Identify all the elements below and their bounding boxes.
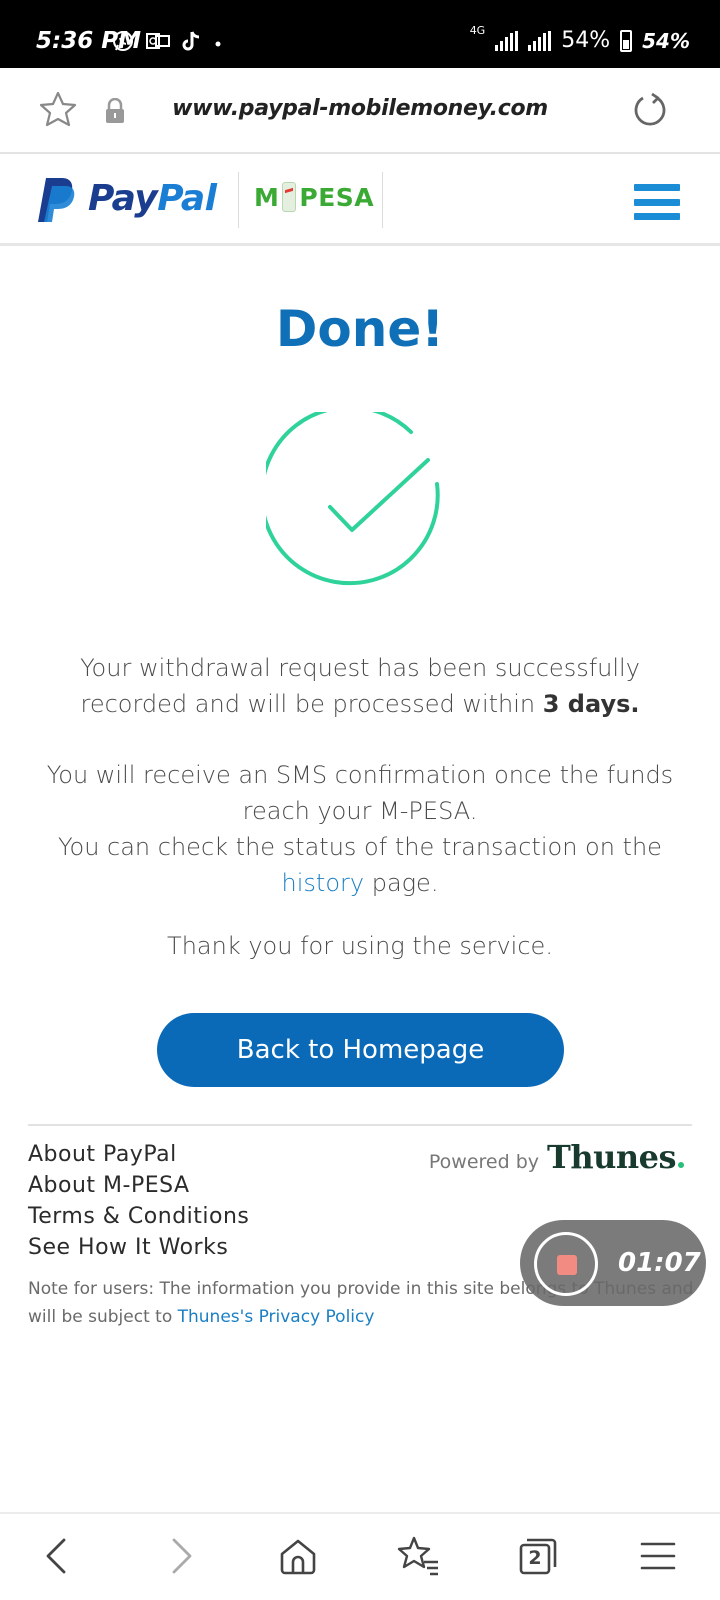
- forward-icon[interactable]: [158, 1534, 202, 1578]
- signal-icon: [495, 30, 519, 51]
- bookmark-star-icon[interactable]: [38, 90, 78, 130]
- powered-by-text: Powered by: [428, 1151, 540, 1173]
- outlook-icon: [146, 33, 170, 49]
- status-bar: 5:36 PM 4G 54% 54%: [0, 0, 720, 68]
- paypal-text-pal: Pal: [157, 178, 217, 219]
- whatsapp-icon: [113, 31, 133, 51]
- footer-link-about-paypal[interactable]: About PayPal: [28, 1142, 249, 1168]
- back-to-homepage-button[interactable]: Back to Homepage: [157, 1013, 564, 1087]
- reload-icon[interactable]: [630, 90, 670, 130]
- header-divider: [238, 172, 239, 228]
- browser-bottom-nav: 2: [0, 1512, 720, 1600]
- site-header: PayPal M PESA: [0, 154, 720, 246]
- thank-you-message: Thank you for using the service.: [167, 932, 553, 960]
- battery-percent-right: 54%: [642, 28, 690, 53]
- success-check-icon: [266, 412, 440, 586]
- bookmarks-icon[interactable]: [396, 1534, 440, 1578]
- battery-icon: [620, 29, 633, 52]
- history-link[interactable]: history: [282, 869, 365, 897]
- address-bar: www.paypal-mobilemoney.com: [0, 68, 720, 154]
- footer-links: About PayPal About M-PESA Terms & Condit…: [28, 1142, 249, 1261]
- header-divider: [382, 172, 383, 228]
- mpesa-text-pesa: PESA: [299, 182, 375, 212]
- footer-link-terms[interactable]: Terms & Conditions: [28, 1204, 249, 1230]
- recording-timer: 01:07: [618, 1248, 701, 1278]
- menu-icon[interactable]: [636, 1534, 680, 1578]
- tab-count: 2: [528, 1547, 542, 1569]
- lock-icon[interactable]: [104, 98, 126, 124]
- processing-days: 3 days.: [542, 690, 640, 718]
- hamburger-menu-icon[interactable]: [634, 184, 680, 220]
- battery-percent: 54%: [561, 28, 611, 53]
- signal-icon-2: [528, 30, 552, 51]
- network-type: 4G: [469, 24, 486, 37]
- paypal-wordmark[interactable]: PayPal: [88, 178, 217, 219]
- stop-recording-button[interactable]: [534, 1232, 598, 1296]
- paypal-logo-icon[interactable]: [36, 176, 78, 224]
- privacy-policy-link[interactable]: Thunes's Privacy Policy: [178, 1307, 375, 1327]
- status-message-end: page.: [364, 869, 439, 897]
- stop-icon: [557, 1255, 577, 1275]
- paypal-text-pay: Pay: [88, 178, 158, 219]
- url-text[interactable]: www.paypal-mobilemoney.com: [150, 96, 570, 121]
- footer-link-about-mpesa[interactable]: About M-PESA: [28, 1173, 249, 1199]
- sms-message-text: You will receive an SMS confirmation onc…: [46, 761, 674, 825]
- page-title: Done!: [275, 300, 445, 358]
- mpesa-phone-icon: [282, 182, 297, 212]
- footer-divider: [28, 1124, 692, 1126]
- mpesa-text-m: M: [254, 182, 280, 212]
- screen-recorder-overlay[interactable]: 01:07: [520, 1220, 706, 1306]
- powered-by: Powered by Thunes: [429, 1138, 684, 1176]
- footer-link-how-it-works[interactable]: See How It Works: [28, 1235, 249, 1261]
- tiktok-icon: [182, 31, 200, 51]
- thunes-dot: [678, 1162, 684, 1168]
- status-message-text: You can check the status of the transact…: [58, 833, 662, 861]
- sms-message: You will receive an SMS confirmation onc…: [40, 757, 680, 901]
- dot-icon: [215, 41, 221, 47]
- success-message: Your withdrawal request has been success…: [40, 650, 680, 722]
- mpesa-logo: M PESA: [254, 182, 374, 212]
- tabs-button[interactable]: 2: [516, 1534, 560, 1578]
- home-icon[interactable]: [276, 1534, 320, 1578]
- thunes-text: Thunes: [547, 1138, 676, 1176]
- back-icon[interactable]: [36, 1534, 80, 1578]
- notification-icons: [112, 30, 222, 52]
- status-right: 4G 54% 54%: [470, 24, 690, 53]
- thunes-logo: Thunes: [547, 1138, 684, 1176]
